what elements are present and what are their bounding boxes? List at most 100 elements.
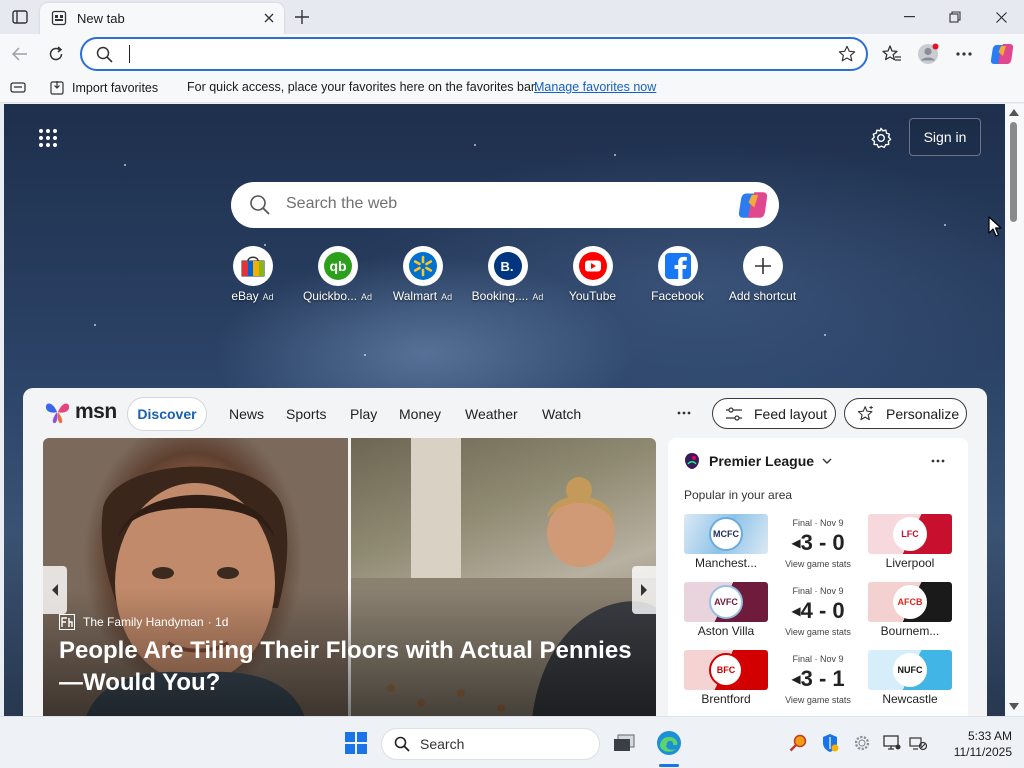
add-shortcut-button[interactable]: Add shortcut <box>720 244 805 310</box>
task-view-icon <box>614 734 635 751</box>
hero-headline[interactable]: People Are Tiling Their Floors with Actu… <box>59 635 639 699</box>
add-favorite-star-icon[interactable] <box>838 45 856 63</box>
taskbar-edge-button[interactable] <box>655 729 683 757</box>
refresh-icon <box>49 46 63 61</box>
security-tray-button[interactable] <box>816 729 844 757</box>
away-team-name: Bournem... <box>880 624 940 638</box>
tab-actions-button[interactable] <box>10 7 30 27</box>
address-input[interactable] <box>126 45 806 65</box>
import-favorites-button[interactable]: Import favorites <box>50 80 158 95</box>
ad-badge: Ad <box>361 292 373 302</box>
shortcut-youtube[interactable]: YouTube <box>550 244 635 310</box>
page-settings-button[interactable] <box>868 125 894 151</box>
web-search-box[interactable] <box>231 182 779 228</box>
shortcut-quickbooks[interactable]: qb Quickbo... Ad <box>295 244 380 310</box>
back-button[interactable] <box>6 40 34 68</box>
scroll-down-icon[interactable] <box>1009 703 1019 710</box>
mouse-cursor-icon <box>988 216 1002 237</box>
tab-close-button[interactable] <box>259 8 279 28</box>
favorites-bar: Import favorites For quick access, place… <box>0 74 1024 103</box>
task-view-button[interactable] <box>610 729 638 757</box>
window-close-button[interactable] <box>978 0 1024 34</box>
scroll-up-icon[interactable] <box>1009 109 1019 116</box>
home-team-tile: AVFC <box>684 582 768 622</box>
tab-discover[interactable]: Discover <box>127 397 207 431</box>
copilot-icon[interactable] <box>737 191 769 219</box>
manage-favorites-link[interactable]: Manage favorites now <box>534 80 656 94</box>
shortcut-facebook[interactable]: Facebook <box>635 244 720 310</box>
settings-more-button[interactable] <box>950 40 978 68</box>
match-row[interactable]: AVFC AFCB Aston Villa Bournem... Final ·… <box>684 582 952 642</box>
newtab-icon <box>51 10 67 26</box>
personalize-button[interactable]: Personalize <box>844 398 967 429</box>
address-bar[interactable] <box>80 37 868 71</box>
favorites-button[interactable] <box>878 40 906 68</box>
sign-in-button[interactable]: Sign in <box>909 118 981 156</box>
display-tray-button[interactable] <box>878 729 906 757</box>
import-favorites-label: Import favorites <box>72 80 159 95</box>
walmart-icon <box>409 252 437 280</box>
hero-news-card[interactable]: The Family Handyman · 1d People Are Tili… <box>43 438 656 716</box>
text-caret <box>129 45 130 63</box>
feed-layout-button[interactable]: Feed layout <box>712 398 836 429</box>
browser-window: New tab Import favorites For quick acces… <box>0 0 1024 768</box>
feed-layout-label: Feed layout <box>754 405 828 422</box>
shortcut-booking[interactable]: B. Booking.... Ad <box>465 244 550 310</box>
network-tray-button[interactable] <box>904 729 932 757</box>
web-search-input[interactable] <box>286 195 706 213</box>
tab-money[interactable]: Money <box>399 397 441 431</box>
tab-watch[interactable]: Watch <box>542 397 581 431</box>
league-selector[interactable]: Premier League <box>684 452 832 470</box>
tray-app-button[interactable] <box>784 729 812 757</box>
tab-play[interactable]: Play <box>350 397 377 431</box>
sidebar-toggle-icon[interactable] <box>10 82 26 94</box>
shield-icon <box>823 734 839 752</box>
page-scrollbar[interactable] <box>1005 104 1024 716</box>
active-tab[interactable]: New tab <box>40 3 284 34</box>
card-menu-button[interactable] <box>924 451 952 471</box>
app-launcher-icon[interactable] <box>38 128 58 148</box>
tab-sports[interactable]: Sports <box>286 397 326 431</box>
chevron-left-icon <box>52 584 58 596</box>
hero-source: The Family Handyman · 1d <box>59 614 228 630</box>
msn-logo[interactable]: msn <box>45 398 117 426</box>
taskbar-search[interactable]: Search <box>381 728 600 760</box>
match-row[interactable]: MCFC LFC Manchest... Liverpool Final · N… <box>684 514 952 574</box>
tab-weather[interactable]: Weather <box>465 397 518 431</box>
clock-time: 5:33 AM <box>967 729 1012 743</box>
copilot-button[interactable] <box>988 40 1016 68</box>
publisher-logo-icon <box>59 614 75 630</box>
profile-button[interactable] <box>914 40 942 68</box>
carousel-next-button[interactable] <box>632 566 656 614</box>
liverpool-crest-icon: LFC <box>893 517 927 551</box>
carousel-prev-button[interactable] <box>43 566 67 614</box>
new-tab-button[interactable] <box>290 5 314 29</box>
system-clock[interactable]: 5:33 AM 11/11/2025 <box>938 728 1012 760</box>
view-game-stats-link[interactable]: View game stats <box>768 627 868 637</box>
active-app-indicator <box>659 764 679 767</box>
background-star <box>474 144 476 146</box>
network-offline-icon <box>909 737 927 751</box>
tab-news[interactable]: News <box>229 397 264 431</box>
favorites-icon <box>882 45 901 61</box>
shortcut-label: YouTube <box>550 289 635 303</box>
restore-icon <box>949 11 961 23</box>
ad-badge: Ad <box>262 292 274 302</box>
search-icon <box>96 46 113 63</box>
view-game-stats-link[interactable]: View game stats <box>768 559 868 569</box>
start-button[interactable] <box>342 729 370 757</box>
background-star <box>824 334 826 336</box>
match-row[interactable]: BFC NUFC Brentford Newcastle Final · Nov… <box>684 650 952 710</box>
restore-button[interactable] <box>932 0 978 34</box>
minimize-button[interactable] <box>886 0 932 34</box>
man-city-crest-icon: MCFC <box>709 517 743 551</box>
shortcut-walmart[interactable]: Walmart Ad <box>380 244 465 310</box>
refresh-button[interactable] <box>42 40 70 68</box>
home-team-tile: MCFC <box>684 514 768 554</box>
view-game-stats-link[interactable]: View game stats <box>768 695 868 705</box>
shortcut-ebay[interactable]: eBay Ad <box>210 244 295 310</box>
settings-tray-button[interactable] <box>848 729 876 757</box>
more-horizontal-icon <box>956 52 972 56</box>
scrollbar-thumb[interactable] <box>1010 122 1017 222</box>
more-categories-button[interactable] <box>671 398 697 428</box>
